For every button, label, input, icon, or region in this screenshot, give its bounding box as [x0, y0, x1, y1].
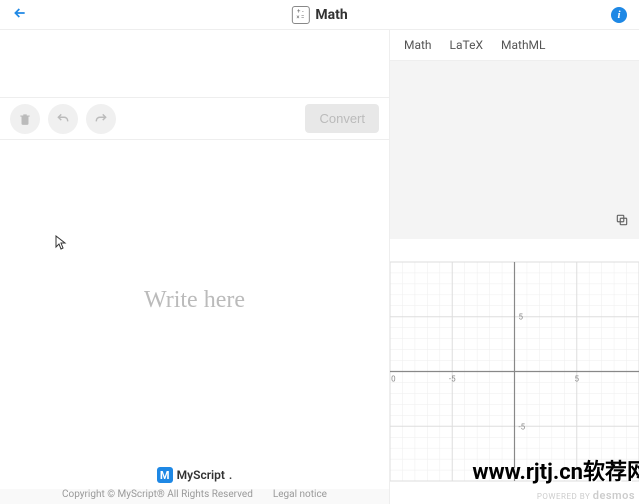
tab-math[interactable]: Math [404, 38, 432, 52]
brand-name: MyScript [177, 468, 225, 482]
svg-text:5: 5 [575, 374, 580, 383]
info-icon[interactable]: i [611, 7, 627, 23]
output-area [390, 61, 639, 239]
svg-text:-5: -5 [449, 374, 456, 383]
tab-latex[interactable]: LaTeX [450, 38, 483, 52]
page-title: Math [315, 7, 347, 23]
copyright-text: Copyright © MyScript® All Rights Reserve… [62, 489, 253, 500]
back-button[interactable] [12, 5, 28, 25]
brand-logo-icon: M [157, 467, 173, 483]
trash-button[interactable] [10, 104, 40, 134]
graph-area[interactable]: -10 -5 5 -5 5 POWERED BY desmos [390, 239, 639, 504]
tab-mathml[interactable]: MathML [501, 38, 545, 52]
copy-icon[interactable] [615, 212, 629, 231]
handwriting-canvas[interactable]: Write here [0, 140, 389, 461]
footer-legal: Copyright © MyScript® All Rights Reserve… [0, 489, 389, 504]
redo-button[interactable] [86, 104, 116, 134]
math-app-icon: + -× = [291, 6, 309, 24]
svg-text:-10: -10 [390, 374, 396, 383]
coordinate-grid: -10 -5 5 -5 5 [390, 239, 639, 504]
brand-footer: M MyScript. [0, 461, 389, 489]
undo-button[interactable] [48, 104, 78, 134]
top-spacer [0, 30, 389, 98]
powered-by-label: POWERED BY desmos [537, 489, 635, 502]
page-title-wrap: + -× = Math [291, 6, 347, 24]
legal-notice-link[interactable]: Legal notice [273, 489, 327, 500]
svg-text:-5: -5 [518, 422, 525, 431]
cursor-icon [55, 235, 67, 255]
convert-button[interactable]: Convert [305, 104, 379, 133]
svg-text:5: 5 [518, 313, 523, 322]
canvas-placeholder: Write here [144, 287, 245, 314]
